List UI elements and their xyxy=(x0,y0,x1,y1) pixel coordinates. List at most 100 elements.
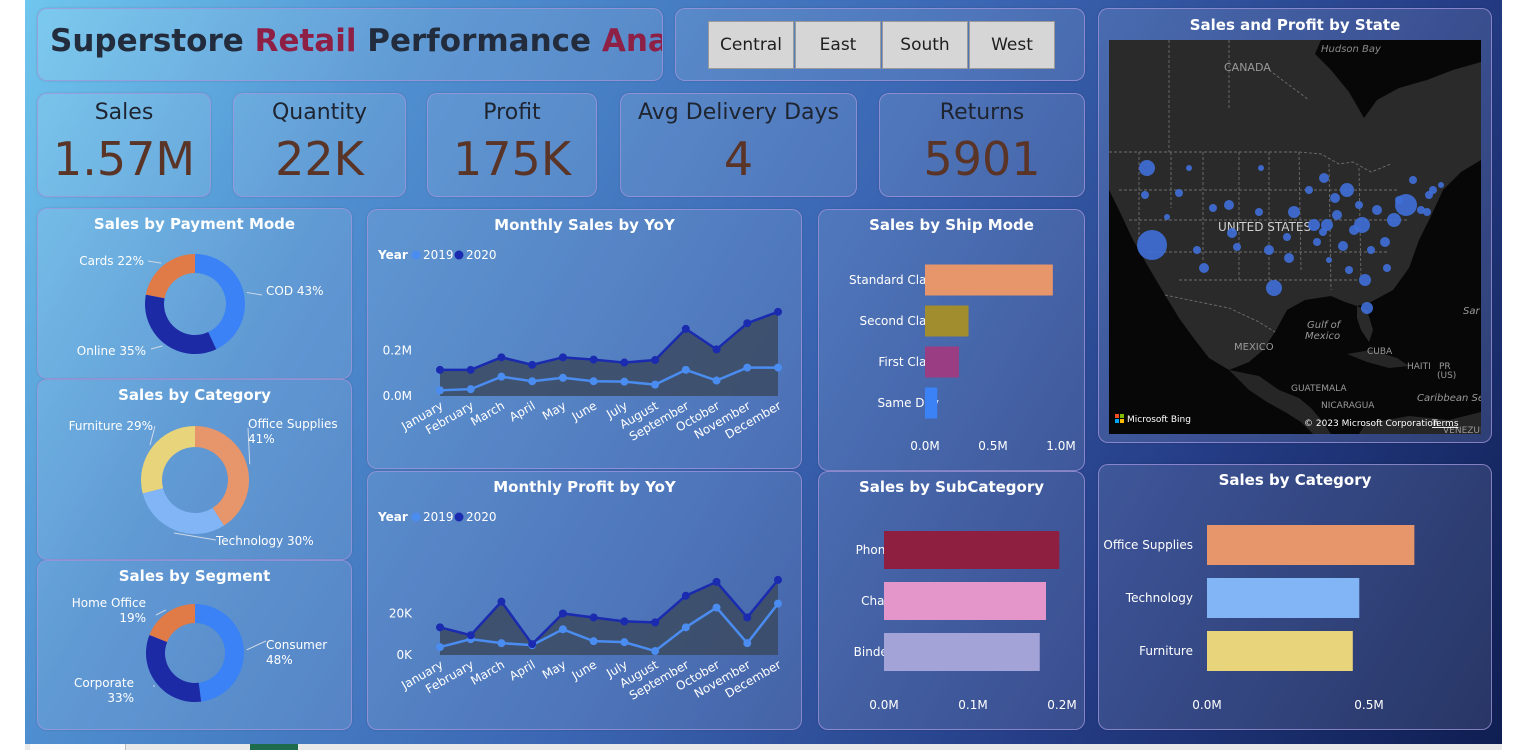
state-bubble[interactable] xyxy=(1345,266,1353,274)
state-bubble[interactable] xyxy=(1266,280,1282,296)
donut-slice[interactable] xyxy=(145,634,202,702)
state-bubble[interactable] xyxy=(1284,253,1294,263)
region-button-east[interactable]: East xyxy=(795,21,881,69)
state-bubble[interactable] xyxy=(1319,228,1327,236)
data-point[interactable] xyxy=(528,360,537,369)
data-point[interactable] xyxy=(497,597,506,606)
data-point[interactable] xyxy=(620,638,629,647)
data-point[interactable] xyxy=(620,377,629,386)
state-bubble[interactable] xyxy=(1264,245,1274,255)
state-bubble[interactable] xyxy=(1332,210,1342,220)
data-point[interactable] xyxy=(466,631,475,640)
data-point[interactable] xyxy=(651,356,660,365)
data-point[interactable] xyxy=(436,386,444,395)
data-point[interactable] xyxy=(774,363,782,372)
sales-profit-map[interactable]: Hudson Bay CANADA UNITED STATES Gulf of … xyxy=(1109,40,1481,434)
data-point[interactable] xyxy=(466,385,475,394)
data-point[interactable] xyxy=(528,640,537,649)
legend-label[interactable]: 2020 xyxy=(466,248,497,262)
donut-slice[interactable] xyxy=(145,294,217,354)
state-bubble[interactable] xyxy=(1355,201,1363,209)
data-point[interactable] xyxy=(436,623,444,632)
bar[interactable] xyxy=(1207,578,1360,618)
bar[interactable] xyxy=(1207,525,1415,565)
bar[interactable] xyxy=(884,633,1040,671)
data-point[interactable] xyxy=(681,324,690,333)
state-bubble[interactable] xyxy=(1330,193,1340,203)
state-bubble[interactable] xyxy=(1395,194,1417,216)
state-bubble[interactable] xyxy=(1139,160,1155,176)
state-bubble[interactable] xyxy=(1193,246,1201,254)
data-point[interactable] xyxy=(620,358,629,367)
state-bubble[interactable] xyxy=(1305,186,1313,194)
state-bubble[interactable] xyxy=(1255,208,1263,216)
region-button-west[interactable]: West xyxy=(969,21,1055,69)
data-point[interactable] xyxy=(712,345,721,354)
donut-slice[interactable] xyxy=(142,488,224,534)
data-point[interactable] xyxy=(497,639,506,648)
data-point[interactable] xyxy=(436,643,444,652)
state-bubble[interactable] xyxy=(1137,230,1167,260)
data-point[interactable] xyxy=(743,319,752,328)
bar[interactable] xyxy=(884,531,1060,569)
data-point[interactable] xyxy=(558,373,567,382)
data-point[interactable] xyxy=(558,625,567,634)
bar[interactable] xyxy=(1207,631,1353,671)
state-bubble[interactable] xyxy=(1313,238,1321,246)
data-point[interactable] xyxy=(528,377,537,386)
state-bubble[interactable] xyxy=(1372,205,1382,215)
data-point[interactable] xyxy=(712,603,721,612)
data-point[interactable] xyxy=(497,372,506,381)
data-point[interactable] xyxy=(620,617,629,626)
data-point[interactable] xyxy=(681,365,690,374)
map-terms-link[interactable]: Terms xyxy=(1431,419,1459,429)
data-point[interactable] xyxy=(558,353,567,362)
state-bubble[interactable] xyxy=(1319,173,1329,183)
data-point[interactable] xyxy=(651,647,660,656)
data-point[interactable] xyxy=(681,591,690,600)
bar[interactable] xyxy=(925,387,938,419)
state-bubble[interactable] xyxy=(1338,241,1348,251)
state-bubble[interactable] xyxy=(1199,263,1209,273)
state-bubble[interactable] xyxy=(1359,274,1371,286)
data-point[interactable] xyxy=(436,365,444,374)
bar[interactable] xyxy=(925,264,1053,296)
state-bubble[interactable] xyxy=(1361,302,1373,314)
data-point[interactable] xyxy=(681,623,690,632)
donut-slice[interactable] xyxy=(149,604,195,642)
state-bubble[interactable] xyxy=(1209,204,1217,212)
state-bubble[interactable] xyxy=(1354,217,1370,233)
state-bubble[interactable] xyxy=(1326,257,1332,263)
region-button-central[interactable]: Central xyxy=(708,21,794,69)
legend-label[interactable]: 2020 xyxy=(466,510,497,524)
state-bubble[interactable] xyxy=(1141,191,1149,199)
state-bubble[interactable] xyxy=(1340,183,1354,197)
data-point[interactable] xyxy=(774,599,782,608)
state-bubble[interactable] xyxy=(1367,246,1375,254)
donut-slice[interactable] xyxy=(145,254,195,299)
state-bubble[interactable] xyxy=(1383,264,1391,272)
donut-slice[interactable] xyxy=(195,426,249,526)
bar[interactable] xyxy=(884,582,1046,620)
data-point[interactable] xyxy=(651,380,660,389)
taskbar-tab-active[interactable] xyxy=(250,744,298,750)
data-point[interactable] xyxy=(589,355,598,364)
state-bubble[interactable] xyxy=(1380,237,1390,247)
donut-slice[interactable] xyxy=(141,426,195,494)
state-bubble[interactable] xyxy=(1175,189,1183,197)
bar[interactable] xyxy=(925,346,959,378)
state-bubble[interactable] xyxy=(1258,165,1264,171)
state-bubble[interactable] xyxy=(1164,214,1170,220)
data-point[interactable] xyxy=(774,575,782,584)
data-point[interactable] xyxy=(712,376,721,385)
state-bubble[interactable] xyxy=(1308,219,1320,231)
state-bubble[interactable] xyxy=(1283,233,1291,241)
state-bubble[interactable] xyxy=(1224,200,1234,210)
data-point[interactable] xyxy=(651,618,660,627)
data-point[interactable] xyxy=(774,307,782,316)
donut-slice[interactable] xyxy=(195,604,244,702)
data-point[interactable] xyxy=(558,609,567,618)
state-bubble[interactable] xyxy=(1387,213,1401,227)
data-point[interactable] xyxy=(589,637,598,646)
state-bubble[interactable] xyxy=(1429,186,1437,194)
